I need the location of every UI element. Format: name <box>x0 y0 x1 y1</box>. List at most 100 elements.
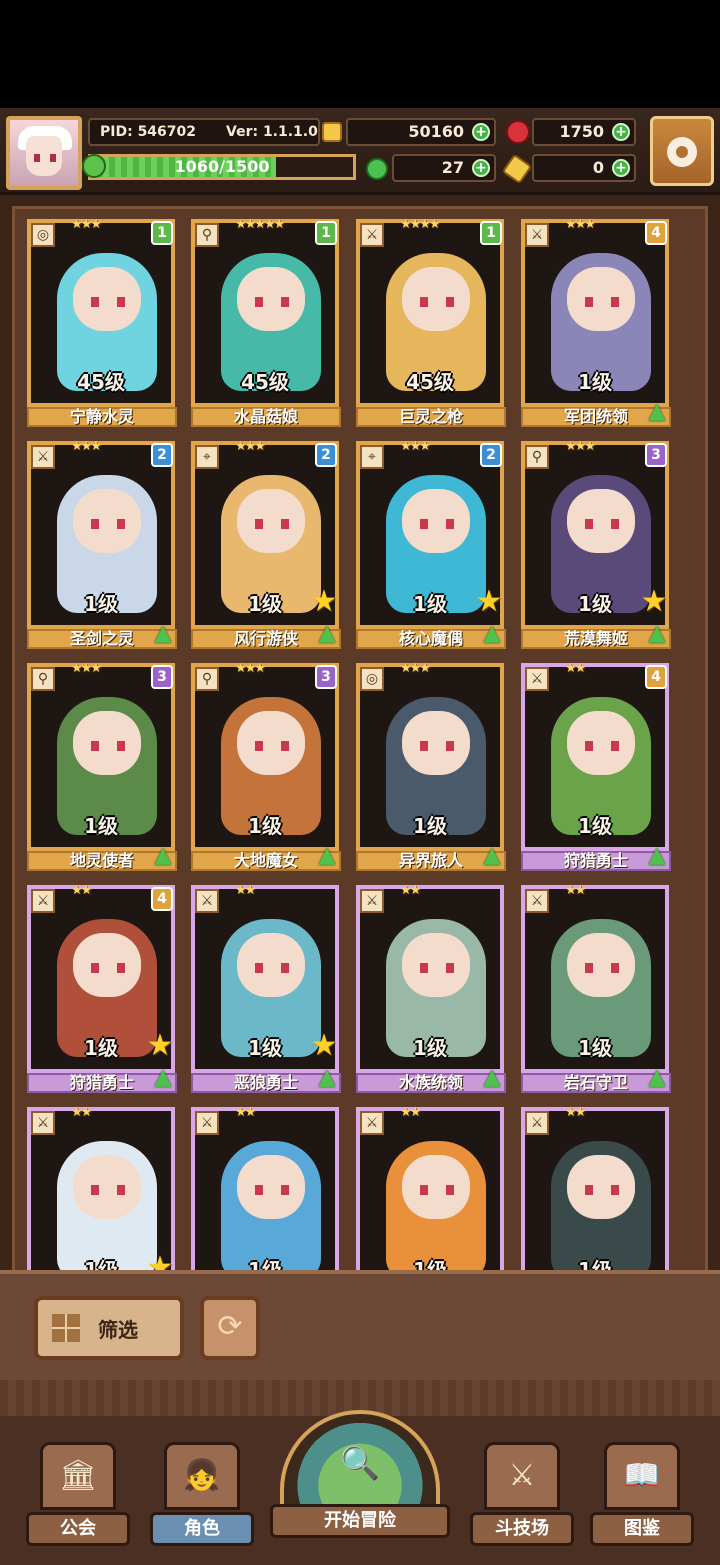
character-portrait <box>529 1115 661 1273</box>
card-level: 45级 <box>406 370 454 394</box>
portrait-eye <box>117 297 125 307</box>
crossed-swords-icon: ⚔ <box>484 1442 560 1510</box>
settings-button[interactable] <box>650 116 714 186</box>
portrait-head <box>237 267 305 331</box>
card-level: 1级 <box>84 814 118 838</box>
portrait-eye <box>420 1185 428 1195</box>
character-card[interactable]: 1级 ⚔ ★★ 4 狩猎勇士 ▲ <box>521 661 671 871</box>
nav-guild[interactable]: 🏛 公会 <box>26 1442 130 1546</box>
class-icon: ⚔ <box>31 1111 55 1135</box>
game-screen: PID: 546702 Ver: 1.1.1.0 50160 + 1750 + … <box>0 108 720 1565</box>
card-frame: 1级 <box>356 663 504 851</box>
portrait-eye <box>91 297 99 307</box>
gem-amount: 1750 <box>559 122 604 141</box>
card-level: 1级 <box>248 814 282 838</box>
nav-codex-label: 图鉴 <box>590 1512 694 1546</box>
portrait-eye <box>446 297 454 307</box>
character-card[interactable]: 1级 ⚲ ★★★ 3 荒漠舞姬 ★ ▲ <box>521 439 671 649</box>
character-card[interactable]: 1级 ⚲ ★★★ 3 大地魔女 ▲ <box>191 661 341 871</box>
portrait-eye <box>255 963 263 973</box>
character-card[interactable]: 1级 ⌖ ★★★ 2 核心魔偶 ★ ▲ <box>356 439 506 649</box>
add-key-icon[interactable]: + <box>612 159 630 177</box>
gem-pill: 1750 + <box>532 118 636 146</box>
portrait-head <box>402 267 470 331</box>
star-badge-icon: ★ <box>475 584 503 619</box>
character-portrait <box>364 1115 496 1273</box>
character-card[interactable]: 1级 ⚔ ★★ 水族统领 ▲ <box>356 883 506 1093</box>
rank-badge: 2 <box>151 443 173 467</box>
clover-pill: 27 + <box>392 154 496 182</box>
resource-panel: PID: 546702 Ver: 1.1.1.0 50160 + 1750 + … <box>82 118 640 188</box>
portrait-eye <box>117 519 125 529</box>
grid-icon <box>52 1314 80 1342</box>
star-rating: ★★★ <box>71 439 102 454</box>
refresh-button[interactable]: ⟳ <box>200 1296 260 1360</box>
player-avatar[interactable] <box>6 116 82 190</box>
character-card[interactable]: 45级 ◎ ★★★ 1 宁静水灵 <box>27 217 177 427</box>
class-icon: ⌖ <box>195 445 219 469</box>
filter-button[interactable]: 筛选 <box>34 1296 184 1360</box>
character-card[interactable]: 45级 ⚲ ★★★★★ 1 水晶菇娘 <box>191 217 341 427</box>
card-frame: 1级 <box>356 885 504 1073</box>
character-card[interactable]: 1级 ⚔ ★★ <box>356 1105 506 1273</box>
character-card[interactable]: 1级 ⚲ ★★★ 3 地灵使者 ▲ <box>27 661 177 871</box>
card-level: 45级 <box>77 370 125 394</box>
nav-arena-label: 斗技场 <box>470 1512 574 1546</box>
portrait-head <box>402 1155 470 1219</box>
portrait-eye <box>585 741 593 751</box>
class-icon: ⚔ <box>360 223 384 247</box>
rank-badge: 1 <box>151 221 173 245</box>
class-icon: ⚔ <box>525 1111 549 1135</box>
rank-badge: 3 <box>645 443 667 467</box>
upgrade-arrow-icon: ▲ <box>483 1065 501 1090</box>
character-card[interactable]: 45级 ⚔ ★★★★ 1 巨灵之枪 <box>356 217 506 427</box>
star-badge-icon: ★ <box>310 584 338 619</box>
character-card[interactable]: 1级 ◎ ★★★ 异界旅人 ▲ <box>356 661 506 871</box>
character-card[interactable]: 1级 ⚔ ★★★ 4 军团统领 ▲ <box>521 217 671 427</box>
card-level: 1级 <box>84 592 118 616</box>
portrait-head <box>567 267 635 331</box>
portrait-eye <box>91 1185 99 1195</box>
key-pill: 0 + <box>532 154 636 182</box>
xp-bar: 1060/1500 <box>88 154 356 180</box>
character-card[interactable]: 1级 ⚔ ★★ <box>521 1105 671 1273</box>
character-card[interactable]: 1级 ⚔ ★★★ 2 圣剑之灵 ▲ <box>27 439 177 649</box>
add-gem-icon[interactable]: + <box>612 123 630 141</box>
character-grid[interactable]: 45级 ◎ ★★★ 1 宁静水灵 45级 ⚲ ★★★★★ 1 水晶菇娘 45级 ⚔ ★★★★ 1 巨灵之枪 1… <box>12 206 708 1276</box>
character-icon: 👧 <box>164 1442 240 1510</box>
portrait-eye <box>91 519 99 529</box>
upgrade-arrow-icon: ▲ <box>648 843 666 868</box>
star-rating: ★★ <box>71 1105 92 1120</box>
add-clover-icon[interactable]: + <box>472 159 490 177</box>
bottom-nav: 🏛 公会 👧 角色 🔍 开始冒险 ⚔ 斗技场 📖 图鉴 <box>0 1380 720 1565</box>
rank-badge: 4 <box>645 221 667 245</box>
nav-character[interactable]: 👧 角色 <box>150 1442 254 1546</box>
portrait-eye <box>281 963 289 973</box>
class-icon: ⚔ <box>525 223 549 247</box>
portrait-eye <box>91 963 99 973</box>
character-card[interactable]: 1级 ⚔ ★★ 恶狼勇士 ★ ▲ <box>191 883 341 1093</box>
rank-badge: 1 <box>315 221 337 245</box>
star-rating: ★★ <box>565 1105 586 1120</box>
class-icon: ⚲ <box>31 667 55 691</box>
nav-adventure[interactable]: 🔍 开始冒险 <box>270 1410 450 1550</box>
nav-codex[interactable]: 📖 图鉴 <box>590 1442 694 1546</box>
red-gem-icon <box>506 120 530 144</box>
avatar-face <box>26 136 62 176</box>
character-card[interactable]: 1级 ⚔ ★★ ★ <box>27 1105 177 1273</box>
character-card[interactable]: 1级 ⚔ ★★ 4 狩猎勇士 ★ ▲ <box>27 883 177 1093</box>
character-card[interactable]: 1级 ⚔ ★★ 岩石守卫 ▲ <box>521 883 671 1093</box>
portrait-eye <box>420 963 428 973</box>
nav-arena[interactable]: ⚔ 斗技场 <box>470 1442 574 1546</box>
portrait-head <box>567 489 635 553</box>
portrait-eye <box>255 741 263 751</box>
add-gold-icon[interactable]: + <box>472 123 490 141</box>
card-frame: 45级 <box>356 219 504 407</box>
character-card[interactable]: 1级 ⚔ ★★ <box>191 1105 341 1273</box>
star-rating: ★★ <box>400 1105 421 1120</box>
portrait-eye <box>281 297 289 307</box>
class-icon: ⚔ <box>195 889 219 913</box>
portrait-head <box>567 711 635 775</box>
portrait-eye <box>446 741 454 751</box>
character-card[interactable]: 1级 ⌖ ★★★ 2 风行游侠 ★ ▲ <box>191 439 341 649</box>
